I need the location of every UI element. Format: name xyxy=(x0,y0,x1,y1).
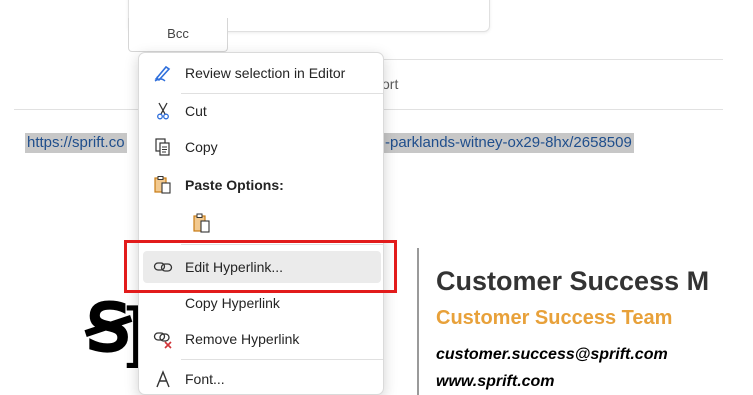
menu-item-remove-hyperlink[interactable]: Remove Hyperlink xyxy=(143,323,381,355)
menu-item-font[interactable]: Font... xyxy=(143,363,381,394)
menu-item-copy[interactable]: Copy xyxy=(143,131,381,163)
paste-keep-text-button[interactable] xyxy=(185,207,221,239)
menu-item-label: Cut xyxy=(185,103,207,119)
clipboard-icon xyxy=(152,174,174,196)
signature-website: www.sprift.com xyxy=(436,373,555,390)
editor-pen-icon xyxy=(152,62,174,84)
menu-item-label: Review selection in Editor xyxy=(185,65,346,81)
menu-separator xyxy=(181,359,383,360)
font-icon xyxy=(152,368,174,390)
unlink-icon xyxy=(152,328,174,350)
signature-divider xyxy=(417,248,419,395)
menu-item-review-selection[interactable]: Review selection in Editor xyxy=(143,57,381,89)
hyperlink-text-start[interactable]: https://sprift.co xyxy=(25,133,127,153)
menu-item-cut[interactable]: Cut xyxy=(143,95,381,127)
signature-email: customer.success@sprift.com xyxy=(436,346,668,363)
bcc-button[interactable]: Bcc xyxy=(128,18,228,52)
hyperlink-text-end[interactable]: -parklands-witney-ox29-8hx/2658509 xyxy=(383,133,634,153)
menu-item-label: Copy xyxy=(185,139,218,155)
menu-item-label: Paste Options: xyxy=(185,177,284,193)
copy-icon xyxy=(152,136,174,158)
highlight-annotation xyxy=(124,240,397,293)
paste-clipboard-icon xyxy=(191,212,213,234)
context-menu: Review selection in Editor Cut Copy Past… xyxy=(138,52,384,395)
menu-item-label: Remove Hyperlink xyxy=(185,331,300,347)
menu-separator xyxy=(181,93,383,94)
paste-options-header: Paste Options: xyxy=(143,169,381,201)
scissors-icon xyxy=(152,100,174,122)
signature-team: Customer Success Team xyxy=(436,307,673,329)
menu-item-label: Font... xyxy=(185,371,225,387)
subject-fragment: ort xyxy=(382,76,399,92)
signature-title: Customer Success M xyxy=(436,266,710,296)
menu-item-label: Copy Hyperlink xyxy=(185,295,280,311)
